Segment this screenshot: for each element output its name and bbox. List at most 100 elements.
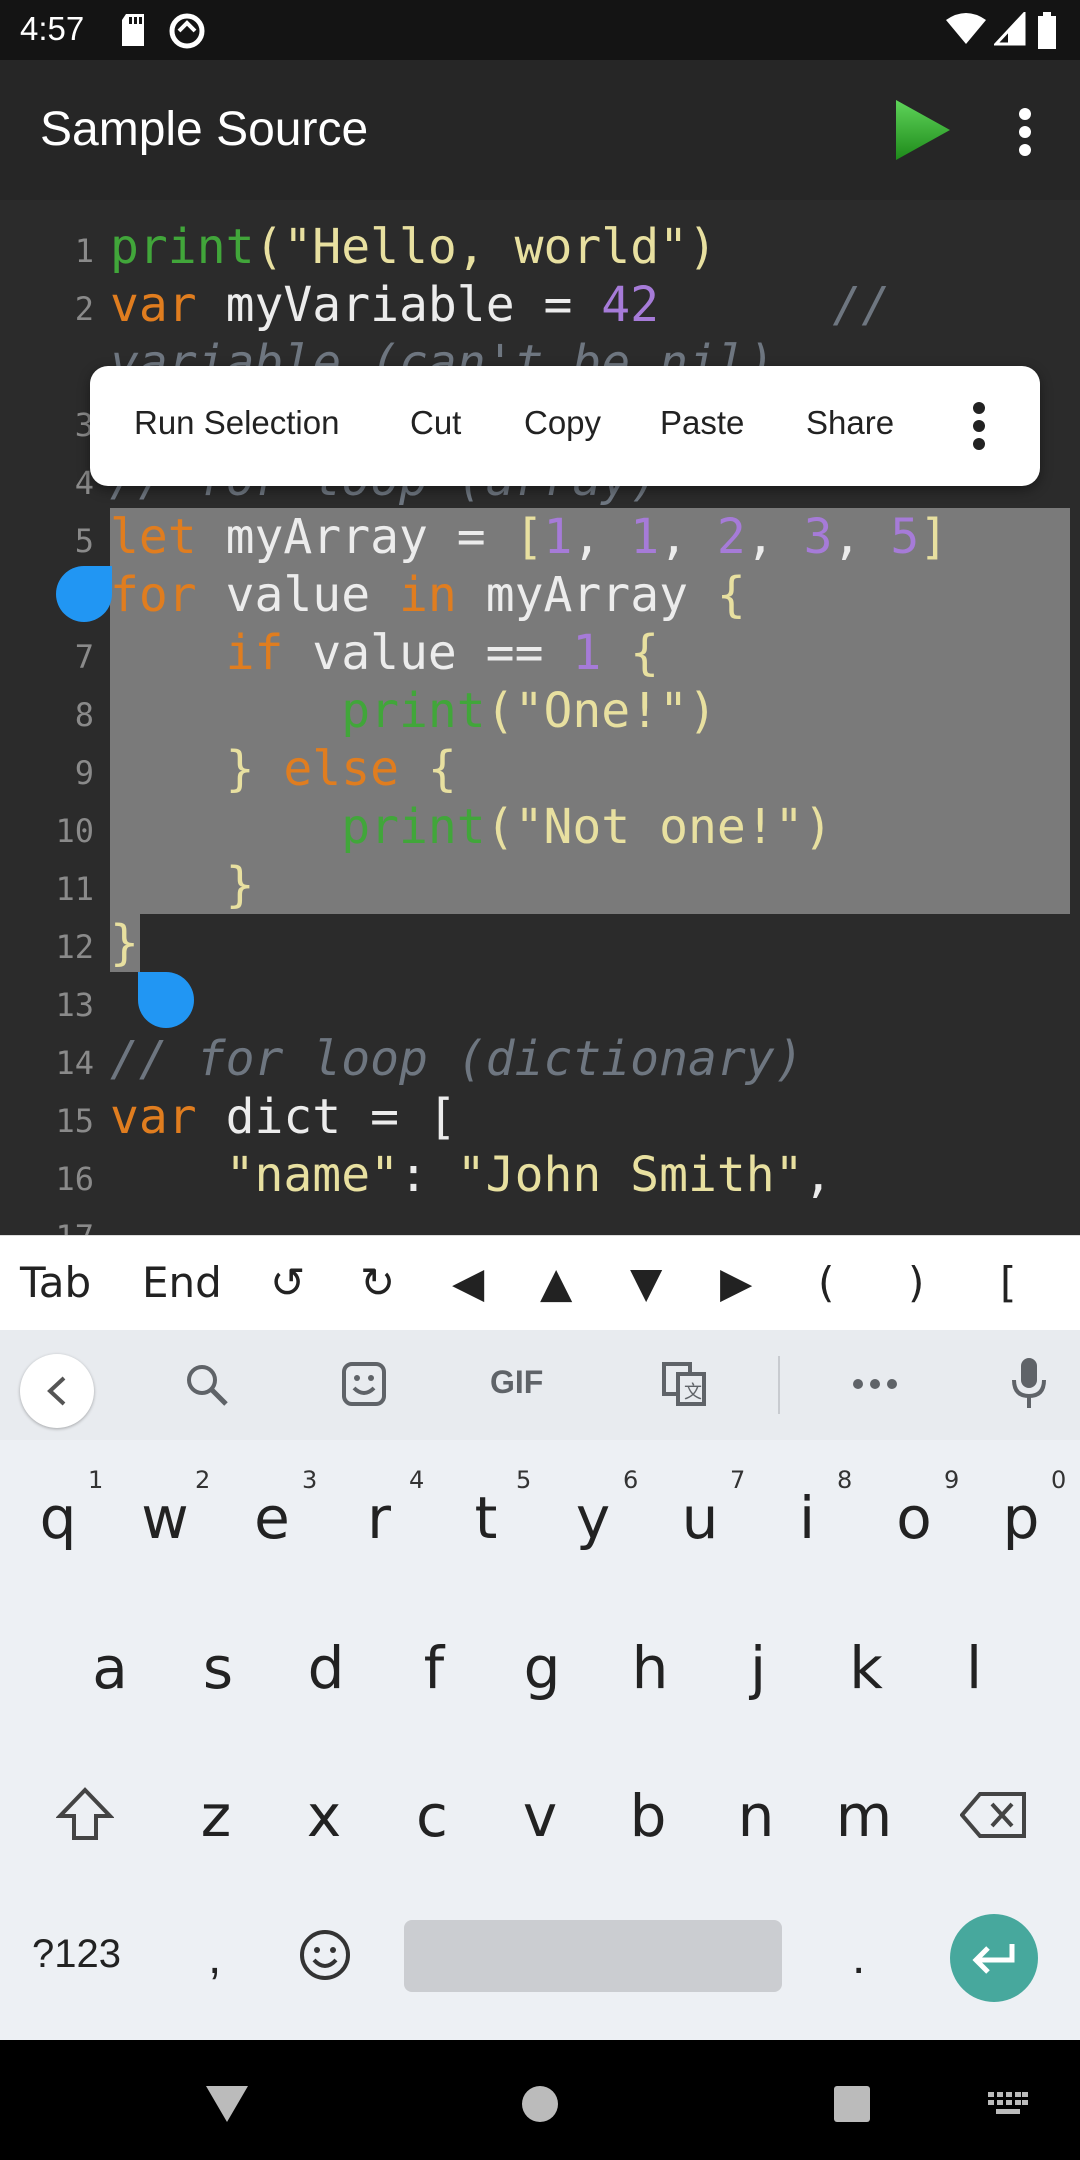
home-nav-button[interactable]: [520, 2084, 560, 2124]
space-bar[interactable]: [404, 1920, 782, 1992]
signal-icon: [994, 12, 1026, 46]
more-horiz-icon[interactable]: [852, 1378, 898, 1390]
accessory-key[interactable]: Tab: [20, 1258, 91, 1307]
accessory-key[interactable]: (: [818, 1258, 834, 1307]
play-icon: [896, 100, 950, 160]
key-hint: 9: [944, 1466, 960, 1494]
line-number: 2: [74, 290, 94, 328]
recents-nav-button[interactable]: [832, 2084, 872, 2124]
copy-button[interactable]: Copy: [524, 404, 601, 442]
share-button[interactable]: Share: [806, 404, 894, 442]
code-line[interactable]: 8 print("One!"): [0, 682, 1080, 740]
key-x[interactable]: x: [274, 1768, 374, 1888]
key-d[interactable]: d: [276, 1620, 376, 1740]
code-line[interactable]: 10 print("Not one!"): [0, 798, 1080, 856]
code-line[interactable]: 17: [0, 1204, 1080, 1235]
code-line[interactable]: 5 let myArray = [1, 1, 2, 3, 5]: [0, 508, 1080, 566]
code-token: value: [196, 567, 399, 623]
key-f[interactable]: f: [384, 1620, 484, 1740]
code-token: {: [398, 741, 457, 797]
code-line[interactable]: 2 var myVariable = 42 //: [0, 276, 1080, 334]
key-g[interactable]: g: [492, 1620, 592, 1740]
line-code: // for loop (dictionary): [110, 1030, 804, 1088]
key-w[interactable]: w2: [115, 1466, 215, 1590]
accessory-key[interactable]: ↻: [360, 1258, 395, 1307]
key-h[interactable]: h: [600, 1620, 700, 1740]
code-line[interactable]: 11 }: [0, 856, 1080, 914]
code-line[interactable]: 15 var dict = [: [0, 1088, 1080, 1146]
key-q[interactable]: q1: [8, 1466, 108, 1590]
key-a[interactable]: a: [60, 1620, 160, 1740]
comma-key[interactable]: ,: [208, 1930, 221, 1985]
code-token: ): [803, 799, 833, 855]
more-options-button[interactable]: [964, 400, 994, 452]
key-r[interactable]: r4: [329, 1466, 429, 1590]
accessory-key[interactable]: ◀: [452, 1258, 484, 1307]
key-label: u: [681, 1484, 719, 1552]
code-line[interactable]: 16 "name": "John Smith",: [0, 1146, 1080, 1204]
code-token: print: [110, 219, 255, 275]
code-line[interactable]: 12}: [0, 914, 1080, 972]
code-editor[interactable]: 1 print("Hello, world") 2 var myVariable = …: [0, 200, 1080, 1235]
code-token: print: [341, 799, 486, 855]
key-t[interactable]: t5: [436, 1466, 536, 1590]
emoji-key[interactable]: [298, 1928, 352, 1982]
key-s[interactable]: s: [168, 1620, 268, 1740]
key-label: e: [254, 1484, 290, 1552]
key-e[interactable]: e3: [222, 1466, 322, 1590]
period-key[interactable]: .: [852, 1930, 865, 1985]
selection-start-handle[interactable]: [56, 566, 112, 622]
key-u[interactable]: u7: [650, 1466, 750, 1590]
key-j[interactable]: j: [708, 1620, 808, 1740]
line-code: var myVariable = 42 //: [110, 276, 890, 334]
gif-button[interactable]: GIF: [490, 1364, 543, 1401]
accessory-key[interactable]: ↺: [270, 1258, 305, 1307]
key-z[interactable]: z: [166, 1768, 266, 1888]
accessory-key[interactable]: ▼: [630, 1258, 662, 1307]
accessory-key[interactable]: ): [908, 1258, 924, 1307]
code-token: //: [659, 277, 891, 333]
code-line[interactable]: 9 } else {: [0, 740, 1080, 798]
keyboard-collapse-button[interactable]: [20, 1354, 94, 1428]
key-y[interactable]: y6: [543, 1466, 643, 1590]
sticker-icon[interactable]: [340, 1360, 388, 1408]
backspace-key[interactable]: [960, 1790, 1028, 1840]
enter-key[interactable]: [950, 1914, 1038, 2002]
translate-icon[interactable]: 文: [660, 1360, 708, 1408]
search-icon[interactable]: [182, 1360, 230, 1408]
key-m[interactable]: m: [814, 1768, 914, 1888]
mic-icon[interactable]: [1010, 1356, 1048, 1410]
key-i[interactable]: i8: [757, 1466, 857, 1590]
accessory-key[interactable]: ▶: [720, 1258, 752, 1307]
symbols-key[interactable]: ?123: [32, 1932, 121, 1977]
line-number: 14: [55, 1044, 94, 1082]
key-label: g: [523, 1634, 561, 1702]
code-line[interactable]: 1 print("Hello, world"): [0, 218, 1080, 276]
key-o[interactable]: o9: [864, 1466, 964, 1590]
accessory-key[interactable]: ▲: [540, 1258, 572, 1307]
overflow-menu-button[interactable]: [1000, 100, 1050, 164]
code-line[interactable]: 7 if value == 1 {: [0, 624, 1080, 682]
selection-end-handle[interactable]: [138, 972, 194, 1028]
run-selection-button[interactable]: Run Selection: [134, 404, 339, 442]
keyboard-switch-button[interactable]: [988, 2092, 1028, 2116]
back-nav-button[interactable]: [204, 2084, 250, 2124]
key-l[interactable]: l: [924, 1620, 1024, 1740]
key-k[interactable]: k: [816, 1620, 916, 1740]
key-b[interactable]: b: [598, 1768, 698, 1888]
key-n[interactable]: n: [706, 1768, 806, 1888]
key-p[interactable]: p0: [971, 1466, 1071, 1590]
key-v[interactable]: v: [490, 1768, 590, 1888]
paste-button[interactable]: Paste: [660, 404, 744, 442]
run-button[interactable]: [890, 98, 954, 162]
cut-button[interactable]: Cut: [410, 404, 461, 442]
code-line[interactable]: 14 // for loop (dictionary): [0, 1030, 1080, 1088]
key-c[interactable]: c: [382, 1768, 482, 1888]
accessory-key[interactable]: End: [142, 1258, 222, 1307]
code-line[interactable]: 6for value in myArray {: [0, 566, 1080, 624]
shift-key[interactable]: [56, 1786, 114, 1844]
line-code: var dict = [: [110, 1088, 457, 1146]
accessory-key[interactable]: [: [1000, 1258, 1016, 1307]
